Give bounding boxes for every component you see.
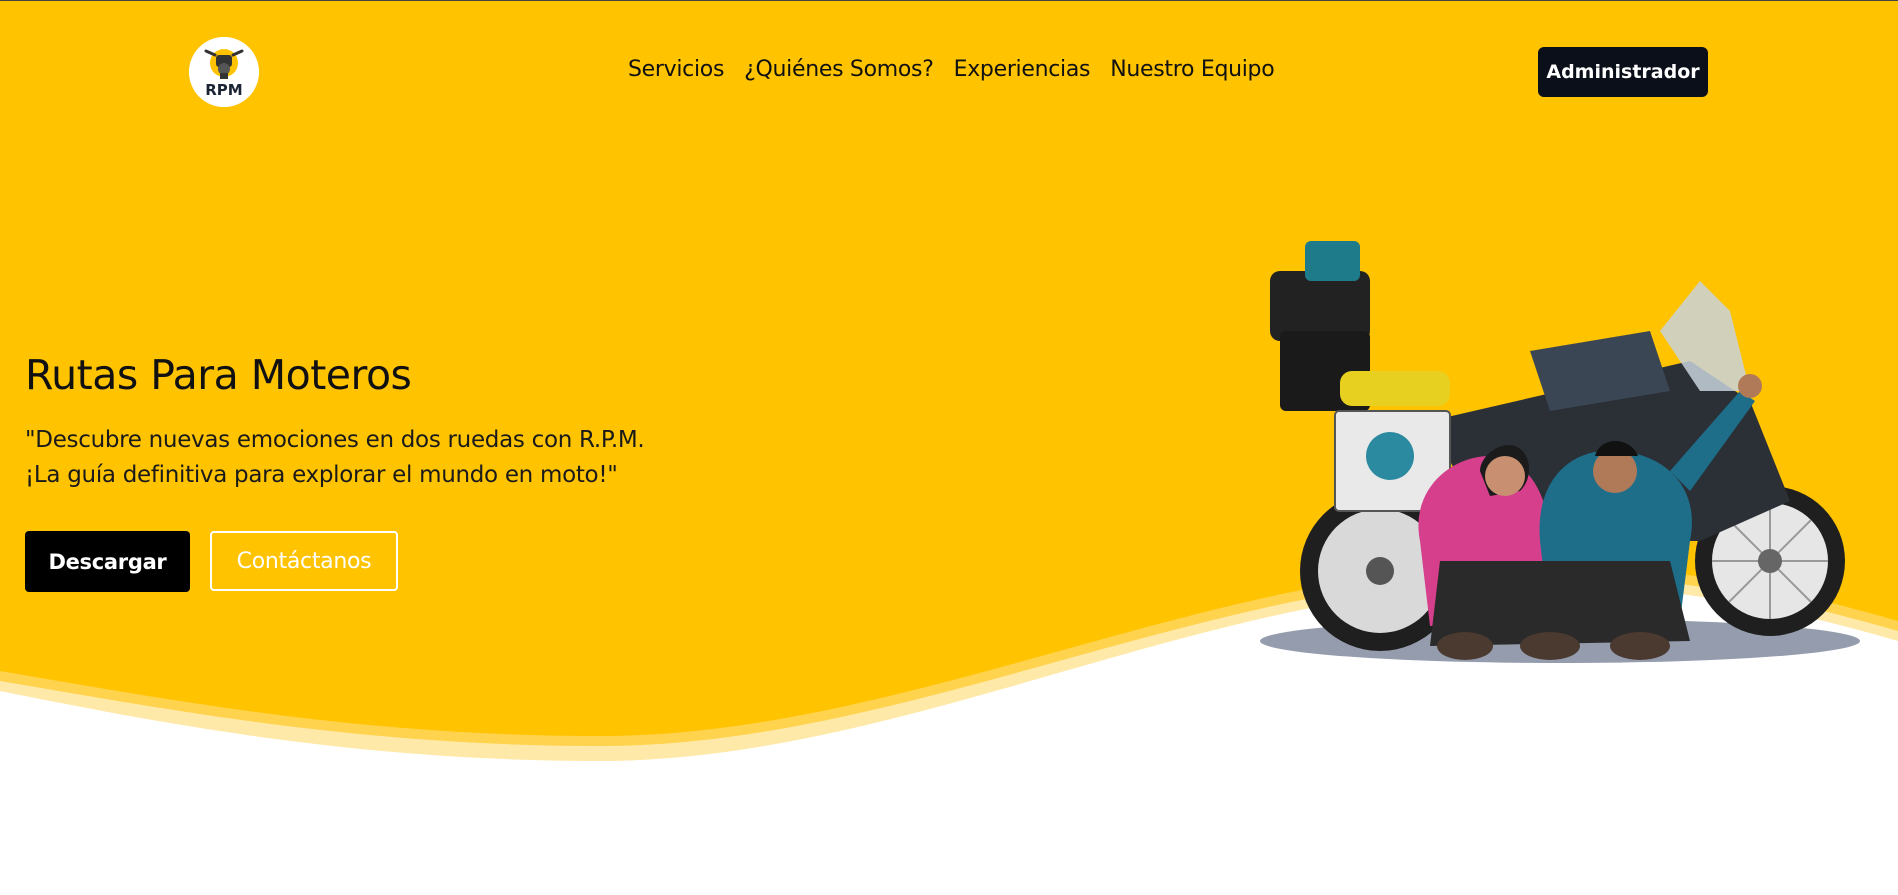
nav-link-experiencias[interactable]: Experiencias bbox=[944, 57, 1101, 82]
motorcycle-icon: RPM bbox=[189, 37, 259, 107]
hero-subtitle-line-2: ¡La guía definitiva para explorar el mun… bbox=[25, 462, 618, 488]
rpm-logo[interactable]: RPM bbox=[189, 37, 259, 107]
hero-subtitle: "Descubre nuevas emociones en dos ruedas… bbox=[25, 423, 745, 493]
hero-subtitle-line-1: "Descubre nuevas emociones en dos ruedas… bbox=[25, 427, 645, 453]
motorcycle-riders-photo bbox=[1260, 241, 1860, 663]
nav-link-servicios[interactable]: Servicios bbox=[618, 57, 734, 82]
main-nav: Servicios ¿Quiénes Somos? Experiencias N… bbox=[618, 57, 1284, 82]
admin-button[interactable]: Administrador bbox=[1538, 47, 1708, 97]
hero-title: Rutas Para Moteros bbox=[25, 351, 412, 399]
contact-button[interactable]: Contáctanos bbox=[210, 531, 398, 591]
logo-text: RPM bbox=[205, 81, 242, 99]
download-button[interactable]: Descargar bbox=[25, 531, 190, 592]
landing-page: RPM Servicios ¿Quiénes Somos? Experienci… bbox=[0, 0, 1898, 895]
nav-link-nuestro-equipo[interactable]: Nuestro Equipo bbox=[1100, 57, 1284, 82]
nav-link-quienes-somos[interactable]: ¿Quiénes Somos? bbox=[734, 57, 943, 82]
